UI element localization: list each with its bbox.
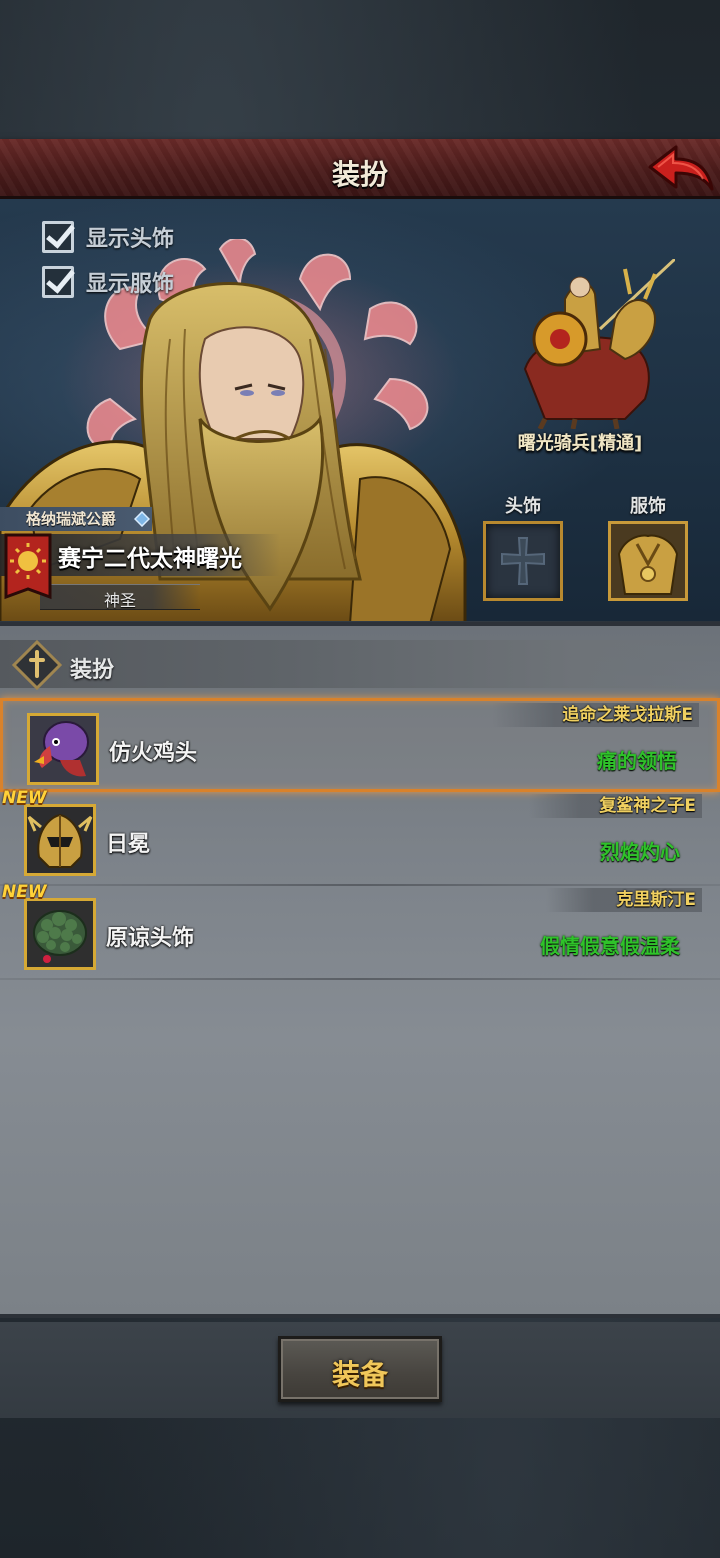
hero-display: 显示头饰 显示服饰 曙光骑兵[精通] 头饰 服饰 格纳瑞斌公爵 赛宁二代太神曙光…	[0, 199, 720, 621]
costume-item-skill: 烈焰灼心	[600, 840, 680, 864]
section-title: 装扮	[70, 658, 115, 683]
costume-item-skill: 假情假意假温柔	[540, 934, 680, 958]
costume-item-skill: 痛的领悟	[597, 749, 677, 773]
rank-gem-icon	[134, 511, 150, 527]
hero-tier: 神圣	[103, 591, 136, 610]
rank-tag: 格纳瑞斌公爵	[0, 507, 152, 531]
mount-preview[interactable]	[505, 259, 675, 429]
checkbox-show-outfit[interactable]	[42, 266, 74, 298]
faction-banner-icon	[4, 533, 52, 600]
equip-button[interactable]: 装备	[278, 1336, 442, 1402]
page-title: 装扮	[331, 158, 388, 191]
toggle-show-headwear-label: 显示头饰	[86, 227, 175, 252]
costume-item-1[interactable]: NEW 日冕 复鲨神之子E 烈焰灼心	[0, 788, 720, 886]
back-arrow-icon	[648, 145, 714, 191]
costume-item-owner: 复鲨神之子E	[529, 794, 702, 818]
back-button[interactable]	[646, 143, 714, 195]
rank-text: 格纳瑞斌公爵	[26, 510, 117, 528]
costume-item-0[interactable]: 仿火鸡头 追命之莱戈拉斯E 痛的领悟	[0, 698, 720, 792]
new-badge: NEW	[2, 882, 47, 902]
new-badge: NEW	[2, 788, 47, 808]
green-hair-icon	[24, 898, 96, 970]
costume-item-owner: 克里斯汀E	[546, 888, 702, 912]
turkey-head-icon	[27, 713, 99, 785]
dagger-diamond-icon	[12, 640, 62, 690]
costume-item-name: 原谅头饰	[106, 926, 195, 951]
headwear-slot[interactable]	[483, 521, 563, 601]
golden-armor-icon	[611, 524, 685, 598]
empty-cross-icon	[501, 537, 545, 585]
title-bar: 装扮	[0, 139, 720, 199]
costume-item-name: 仿火鸡头	[109, 741, 198, 766]
costume-item-2[interactable]: NEW 原谅头饰 克里斯汀E 假情假意假温柔	[0, 882, 720, 980]
equip-button-label: 装备	[331, 1358, 388, 1391]
checkbox-show-headwear[interactable]	[42, 221, 74, 253]
hero-name: 赛宁二代太神曙光	[58, 546, 242, 572]
row-divider	[0, 978, 720, 980]
mount-name: 曙光骑兵[精通]	[517, 433, 643, 454]
costume-item-name: 日冕	[106, 832, 151, 857]
toggle-show-headwear[interactable]: 显示头饰	[42, 221, 174, 253]
toggle-show-outfit-label: 显示服饰	[86, 272, 175, 297]
slot-head-label: 头饰	[505, 496, 541, 517]
golden-helmet-icon	[24, 804, 96, 876]
outfit-slot[interactable]	[608, 521, 688, 601]
toggle-show-outfit[interactable]: 显示服饰	[42, 266, 174, 298]
slot-outfit-label: 服饰	[630, 496, 666, 517]
costume-item-owner: 追命之莱戈拉斯E	[492, 703, 699, 727]
